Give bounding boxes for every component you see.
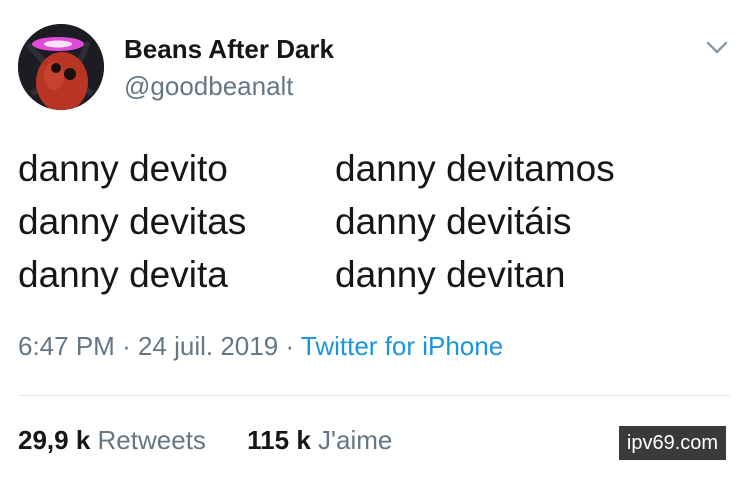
meta-separator: · xyxy=(285,331,295,361)
tweet-date[interactable]: 24 juil. 2019 xyxy=(138,331,278,361)
retweets-count: 29,9 k xyxy=(18,425,91,455)
tweet-line: danny devito danny devitamos xyxy=(18,142,718,195)
meta-separator: · xyxy=(122,331,131,361)
watermark: ipv69.com xyxy=(619,426,726,460)
conjugation-singular: danny devita xyxy=(18,254,228,295)
conjugation-singular: danny devito xyxy=(18,148,228,189)
divider xyxy=(18,395,730,396)
conjugation-singular: danny devitas xyxy=(18,201,247,242)
conjugation-plural: danny devitamos xyxy=(335,148,615,189)
tweet-source-link[interactable]: Twitter for iPhone xyxy=(301,331,503,361)
bean-avatar-icon xyxy=(18,24,104,110)
tweet-meta: 6:47 PM · 24 juil. 2019 · Twitter for iP… xyxy=(18,331,503,362)
user-handle[interactable]: @goodbeanalt xyxy=(124,71,294,102)
avatar[interactable] xyxy=(18,24,104,110)
tweet-line: danny devita danny devitan xyxy=(18,248,718,301)
chevron-down-icon[interactable] xyxy=(704,36,730,58)
retweets-label: Retweets xyxy=(97,425,206,455)
tweet-text: danny devito danny devitamos danny devit… xyxy=(18,142,718,301)
retweets-stat[interactable]: 29,9 k Retweets xyxy=(18,425,206,455)
likes-count: 115 k xyxy=(247,425,311,455)
tweet-time[interactable]: 6:47 PM xyxy=(18,331,115,361)
conjugation-plural: danny devitan xyxy=(335,254,566,295)
likes-stat[interactable]: 115 k J'aime xyxy=(247,425,392,455)
likes-label: J'aime xyxy=(318,425,393,455)
tweet-stats: 29,9 k Retweets 115 k J'aime xyxy=(18,425,392,456)
display-name[interactable]: Beans After Dark xyxy=(124,34,334,65)
tweet-line: danny devitas danny devitáis xyxy=(18,195,718,248)
conjugation-plural: danny devitáis xyxy=(335,201,572,242)
